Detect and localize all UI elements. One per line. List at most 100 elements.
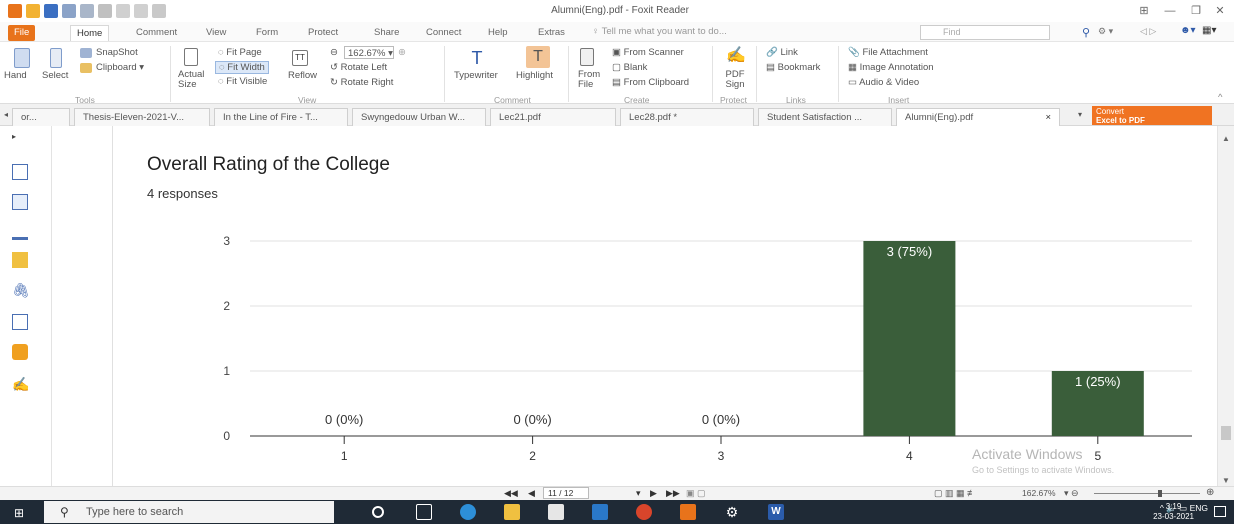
doc-tab[interactable]: Lec21.pdf (490, 108, 616, 126)
typewriter-button[interactable]: Typewriter (454, 70, 498, 81)
minimize-button[interactable]: — (1158, 3, 1182, 19)
tab-file[interactable]: File (8, 25, 36, 41)
file-attachment-button[interactable]: 📎 File Attachment (848, 47, 928, 58)
settings-gear-icon[interactable]: ⚙ (724, 504, 740, 520)
undo-icon[interactable] (116, 4, 130, 18)
snapshot-button[interactable]: SnapShot (96, 47, 138, 58)
from-clipboard-button[interactable]: ▤ From Clipboard (612, 77, 689, 88)
zoom-out-status-icon[interactable]: ▾ ⊖ (1064, 488, 1079, 499)
from-scanner-button[interactable]: ▣ From Scanner (612, 47, 684, 58)
tab-view[interactable]: View (200, 25, 232, 41)
rotate-right-button[interactable]: ↻ Rotate Right (330, 77, 393, 88)
hand-tool-icon[interactable] (14, 48, 30, 68)
doc-tab[interactable]: Lec28.pdf * (620, 108, 754, 126)
taskbar-search-input[interactable]: ⚲ Type here to search (44, 501, 334, 523)
find-input[interactable]: Find (920, 25, 1050, 40)
layout-modes-icon[interactable]: ▢ ▥ ▦ ≢ (934, 488, 976, 499)
tab-share[interactable]: Share (368, 25, 405, 41)
security-lock-icon[interactable] (12, 344, 28, 360)
close-tab-icon[interactable]: × (1045, 112, 1051, 123)
pages-icon[interactable] (12, 194, 28, 210)
pdf-sign-button[interactable]: PDF Sign (722, 70, 748, 90)
page-dropdown-icon[interactable]: ▾ (636, 488, 641, 499)
doc-tab[interactable]: or... (12, 108, 70, 126)
rotate-left-button[interactable]: ↺ Rotate Left (330, 62, 387, 73)
ribbon-toggle-icon[interactable]: ⊞ (1132, 3, 1156, 19)
select-tool-icon[interactable] (50, 48, 62, 68)
hand-button[interactable]: Hand (4, 70, 27, 81)
fit-width-button[interactable]: ◌ Fit Width (215, 61, 269, 74)
task-view-icon[interactable] (416, 504, 432, 520)
customize-icon[interactable] (152, 4, 166, 18)
vertical-scrollbar[interactable]: ▲ ▼ (1217, 126, 1234, 490)
zoom-in-icon[interactable]: ⊕ (398, 47, 406, 58)
zoom-out-icon[interactable]: ⊖ (330, 47, 338, 58)
print-icon[interactable] (62, 4, 76, 18)
fit-page-button[interactable]: ◌ Fit Page (218, 47, 262, 58)
save-icon[interactable] (44, 4, 58, 18)
bookmark-button[interactable]: ▤ Bookmark (766, 62, 820, 73)
scroll-up-icon[interactable]: ▲ (1222, 134, 1230, 143)
maximize-button[interactable]: ❐ (1184, 3, 1208, 19)
windows-start-icon[interactable]: ⊞ (14, 506, 24, 520)
tab-help[interactable]: Help (482, 25, 514, 41)
tab-connect[interactable]: Connect (420, 25, 467, 41)
open-icon[interactable] (26, 4, 40, 18)
fit-visible-button[interactable]: ◌ Fit Visible (218, 76, 267, 87)
actual-size-button[interactable]: Actual Size (178, 70, 204, 90)
first-page-icon[interactable]: ◀◀ (504, 488, 518, 499)
last-page-icon[interactable]: ▶▶ (666, 488, 680, 499)
doc-tab[interactable]: Thesis-Eleven-2021-V... (74, 108, 210, 126)
scroll-down-icon[interactable]: ▼ (1222, 476, 1230, 485)
doc-tab[interactable]: In the Line of Fire - T... (214, 108, 348, 126)
notification-icon[interactable] (1214, 506, 1226, 517)
tab-protect[interactable]: Protect (302, 25, 344, 41)
page-view-icon[interactable]: ▣ ▢ (686, 488, 706, 499)
zoom-slider-thumb[interactable] (1158, 490, 1162, 497)
zoom-slider[interactable] (1094, 493, 1200, 494)
layout-icon[interactable]: ▦▾ (1202, 25, 1216, 36)
collapse-ribbon-icon[interactable]: ^ (1218, 92, 1222, 103)
bookmarks-icon[interactable] (12, 164, 28, 180)
foxit-taskbar-icon[interactable] (680, 504, 696, 520)
expand-panel-icon[interactable]: ▸ (12, 132, 16, 141)
reflow-button[interactable]: Reflow (288, 70, 317, 81)
attachments-icon[interactable]: 🖇 (12, 282, 30, 298)
document-view[interactable]: Overall Rating of the College 4 response… (52, 126, 1234, 490)
tell-me-search[interactable]: ♀ Tell me what you want to do... (592, 26, 727, 37)
zoom-select[interactable]: 162.67% ▾ (344, 46, 394, 59)
store-icon[interactable] (548, 504, 564, 520)
word-icon[interactable]: W (768, 504, 784, 520)
taskbar-clock[interactable]: 3:19 23-03-2021 (1153, 502, 1194, 522)
nav-back-icon[interactable]: ◁ ▷ (1140, 26, 1156, 37)
clipboard-button[interactable]: Clipboard ▾ (96, 62, 144, 73)
tab-list-icon[interactable]: ▾ (1078, 110, 1082, 119)
tab-scroll-left-icon[interactable]: ◂ (4, 110, 8, 119)
sign-pen-icon[interactable]: ✍ (12, 376, 29, 392)
cortana-icon[interactable] (372, 506, 384, 518)
next-page-icon[interactable]: ▶ (650, 488, 657, 499)
tab-extras[interactable]: Extras (532, 25, 571, 41)
settings-icon[interactable]: ⚙ ▾ (1098, 26, 1113, 37)
redo-icon[interactable] (134, 4, 148, 18)
doc-tab[interactable]: Swyngedouw Urban W... (352, 108, 486, 126)
doc-tab[interactable]: Student Satisfaction ... (758, 108, 892, 126)
convert-excel-to-pdf-button[interactable]: Convert Excel to PDF (1092, 106, 1212, 125)
chrome-icon[interactable] (636, 504, 652, 520)
email-icon[interactable] (80, 4, 94, 18)
hand-icon[interactable] (98, 4, 112, 18)
doc-tab-active[interactable]: Alumni(Eng).pdf × (896, 108, 1060, 126)
edge-icon[interactable] (460, 504, 476, 520)
layers-icon[interactable] (12, 224, 28, 240)
search-icon[interactable]: ⚲ (1082, 26, 1090, 39)
select-button[interactable]: Select (42, 70, 68, 81)
zoom-in-status-icon[interactable]: ⊕ (1206, 487, 1214, 498)
close-button[interactable]: ✕ (1208, 3, 1232, 19)
mail-icon[interactable] (592, 504, 608, 520)
previous-page-icon[interactable]: ◀ (528, 488, 535, 499)
comments-icon[interactable] (12, 252, 28, 268)
page-number-input[interactable]: 11 / 12 (543, 487, 589, 499)
file-explorer-icon[interactable] (504, 504, 520, 520)
highlight-button[interactable]: Highlight (516, 70, 553, 81)
audio-video-button[interactable]: ▭ Audio & Video (848, 77, 919, 88)
